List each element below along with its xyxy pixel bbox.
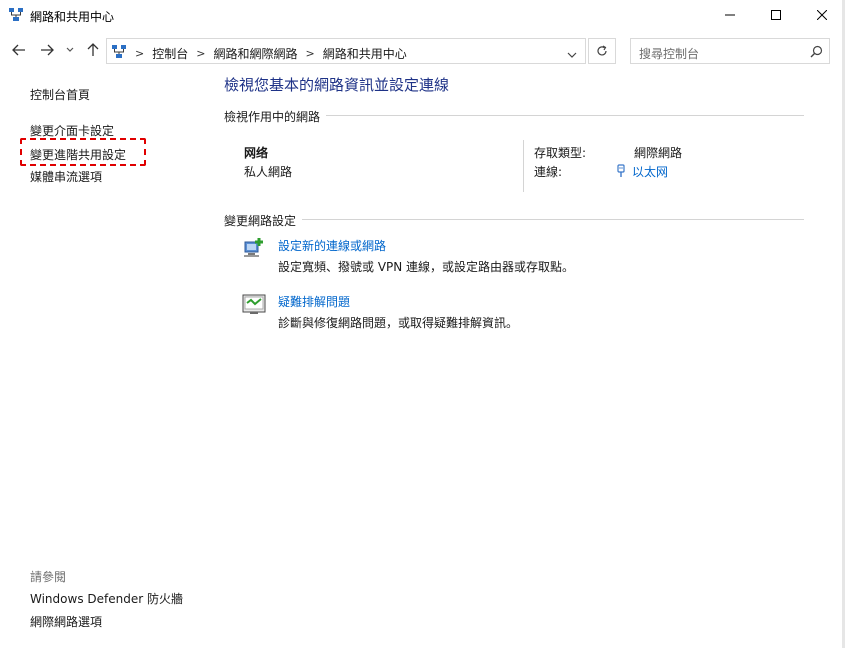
divider [523, 140, 524, 192]
window-title: 網路和共用中心 [30, 10, 115, 24]
sidebar-link-internet-options[interactable]: 網際網路選項 [30, 613, 102, 630]
search-icon[interactable] [810, 45, 823, 61]
refresh-icon [597, 45, 607, 56]
forward-button[interactable] [38, 42, 56, 58]
breadcrumb-item-network-center[interactable]: 網路和共用中心 [323, 45, 407, 62]
breadcrumb: > 控制台 > 網路和網際網路 > 網路和共用中心 [131, 45, 407, 62]
minimize-button[interactable] [707, 0, 753, 30]
connection-value[interactable]: 以太网 [632, 165, 668, 179]
see-also-label: 請參閱 [30, 570, 67, 584]
network-type: 私人網路 [244, 165, 293, 179]
setup-new-connection-link[interactable]: 設定新的連線或網路 [278, 237, 386, 254]
network-setup-icon [242, 236, 266, 260]
arrow-up-icon [87, 43, 99, 56]
section-title: 變更網路設定 [224, 214, 303, 228]
search-input[interactable]: 搜尋控制台 [639, 45, 699, 62]
sidebar-link-control-panel-home[interactable]: 控制台首頁 [30, 86, 90, 103]
maximize-button[interactable] [753, 0, 799, 30]
access-type-value: 網際網路 [634, 146, 683, 160]
sidebar-link-firewall[interactable]: Windows Defender 防火牆 [30, 590, 183, 607]
search-box[interactable]: 搜尋控制台 [630, 38, 830, 64]
maximize-icon [771, 10, 781, 20]
back-button[interactable] [10, 42, 28, 58]
chevron-down-icon [567, 52, 577, 58]
up-button[interactable] [84, 42, 102, 58]
page-title: 檢視您基本的網路資訊並設定連線 [224, 76, 450, 94]
breadcrumb-item-network-internet[interactable]: 網路和網際網路 [213, 45, 297, 62]
minimize-icon [725, 14, 735, 16]
connection-link[interactable]: 以太网 [616, 163, 668, 180]
recent-locations-button[interactable] [64, 42, 76, 58]
chevron-down-icon [66, 47, 74, 52]
arrow-right-icon [41, 44, 54, 56]
arrow-left-icon [12, 44, 25, 56]
chevron-right-icon[interactable]: > [305, 47, 314, 60]
troubleshoot-icon [242, 292, 266, 316]
network-center-icon [8, 7, 24, 23]
troubleshoot-link[interactable]: 疑難排解問題 [278, 293, 350, 310]
network-center-icon [111, 44, 127, 60]
access-type-label: 存取類型: [534, 146, 587, 160]
ethernet-icon [617, 164, 625, 177]
highlight-box [20, 138, 146, 166]
sidebar-link-media-streaming[interactable]: 媒體串流選項 [30, 168, 102, 185]
address-dropdown-button[interactable] [567, 47, 577, 61]
close-button[interactable] [799, 0, 845, 30]
active-networks-section-header: 檢視作用中的網路 [224, 108, 804, 124]
troubleshoot-description: 診斷與修復網路問題，或取得疑難排解資訊。 [278, 316, 519, 330]
close-icon [817, 10, 827, 20]
setup-new-connection-description: 設定寬頻、撥號或 VPN 連線，或設定路由器或存取點。 [278, 260, 575, 274]
sidebar-link-change-adapter-settings[interactable]: 變更介面卡設定 [30, 122, 114, 139]
section-title: 檢視作用中的網路 [224, 110, 327, 124]
address-bar[interactable]: > 控制台 > 網路和網際網路 > 網路和共用中心 [106, 38, 586, 64]
connection-label: 連線: [534, 165, 563, 179]
navigation-bar: > 控制台 > 網路和網際網路 > 網路和共用中心 搜尋控制台 [0, 34, 845, 66]
network-name: 网络 [244, 146, 269, 160]
chevron-right-icon: > [135, 47, 145, 60]
breadcrumb-item-control-panel[interactable]: 控制台 [152, 45, 188, 62]
title-bar: 網路和共用中心 [0, 0, 845, 30]
refresh-button[interactable] [588, 38, 616, 64]
change-settings-section-header: 變更網路設定 [224, 212, 804, 228]
chevron-right-icon[interactable]: > [196, 47, 205, 60]
